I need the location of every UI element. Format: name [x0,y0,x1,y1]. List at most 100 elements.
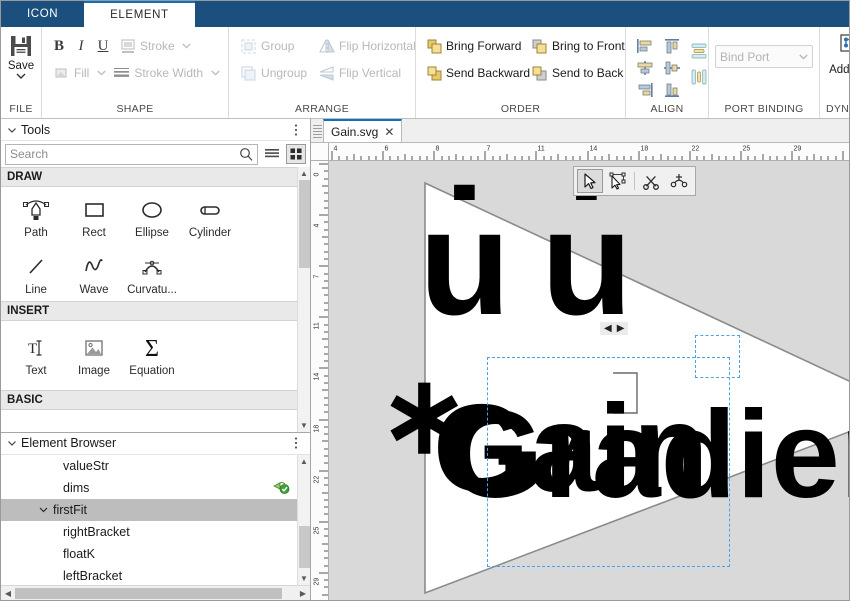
tools-scroll-down-arrow-icon[interactable]: ▼ [298,419,311,432]
tree-expander-firstfit-icon[interactable] [39,505,53,514]
horizontal-ruler[interactable]: 4 6 8 7 11 14 18 22 25 29 [329,143,849,161]
bold-button[interactable]: B [48,35,70,57]
tool-label-curvature: Curvatu... [127,284,177,296]
underline-button[interactable]: U [92,35,114,57]
tools-scroll-track[interactable] [298,180,311,419]
tool-item-path[interactable]: Path [7,191,65,242]
tool-item-image[interactable]: Image [65,329,123,380]
stroke-width-dropdown-caret-icon[interactable] [208,63,222,83]
element-browser-horizontal-scrollbar[interactable]: ◀ ▶ [1,585,310,600]
tools-section-header-draw[interactable]: DRAW [1,167,297,187]
align-right-button[interactable] [632,79,658,100]
align-left-button[interactable] [632,35,658,56]
table-row[interactable]: firstFit [1,498,297,521]
stroke-button[interactable]: Stroke [114,35,180,58]
scissors-cut-tool-button[interactable] [638,169,664,193]
canvas-text-udot-1[interactable]: u̇ [419,187,511,337]
ungroup-button[interactable]: Ungroup [235,62,313,85]
element-browser-scroll-left-arrow-icon[interactable]: ◀ [1,586,15,601]
document-tab-gain-svg[interactable]: Gain.svg ✕ [323,119,403,142]
element-browser-scroll-thumb[interactable] [298,525,310,568]
tool-item-text[interactable]: T Text [7,329,65,380]
element-browser-panel: Element Browser valueStr dims firstFit r… [1,432,310,600]
distribute-horizontal-button[interactable] [689,67,709,87]
add-node-tool-button[interactable] [666,169,692,193]
align-top-button[interactable] [659,35,685,56]
canvas-nav-arrows[interactable]: ◀ ▶ [600,322,629,335]
table-row[interactable]: dims [1,477,297,499]
table-row[interactable]: rightBracket [1,521,297,543]
tools-vertical-scrollbar[interactable]: ▲ ▼ [297,167,310,432]
node-edit-tool-button[interactable] [605,169,631,193]
tool-item-curvature[interactable]: Curvatu... [123,248,181,299]
bind-port-caret-icon[interactable] [799,54,808,60]
vertical-ruler[interactable]: 0 4 7 11 14 18 22 25 29 [311,161,329,600]
grid-view-button[interactable] [286,144,306,164]
flip-horizontal-button[interactable]: Flip Horizontal [313,35,421,58]
svg-text:7: 7 [487,146,491,153]
send-to-back-button[interactable]: Send to Back [526,62,628,85]
bring-to-front-button[interactable]: Bring to Front [526,35,630,58]
table-row[interactable]: valueStr [1,455,297,477]
ribbon-tab-element[interactable]: ELEMENT [84,1,195,27]
element-browser-vertical-scrollbar[interactable]: ▲ ▼ [297,454,311,585]
ribbon-group-label-shape: SHAPE [116,103,154,115]
close-icon[interactable]: ✕ [384,125,394,139]
table-row[interactable]: leftBracket [1,565,297,585]
bring-forward-button[interactable]: Bring Forward [422,35,526,58]
selection-box-secondary[interactable] [695,335,740,378]
search-icon[interactable] [239,147,253,161]
search-input-wrapper[interactable] [5,143,258,165]
tools-section-header-insert[interactable]: INSERT [1,301,297,321]
stroke-width-button[interactable]: Stroke Width [108,62,208,85]
tool-item-wave[interactable]: Wave [65,248,123,299]
element-browser-scroll-right-arrow-icon[interactable]: ▶ [296,586,310,601]
bind-port-combobox[interactable]: Bind Port [715,45,814,68]
save-dropdown-caret-icon[interactable] [16,73,26,79]
element-browser-hscroll-thumb[interactable] [15,587,282,599]
save-button[interactable]: Save [7,31,35,79]
element-browser-scroll-down-arrow-icon[interactable]: ▼ [298,572,311,585]
element-browser-hscroll-track[interactable] [15,586,296,601]
tool-item-equation[interactable]: Σ Equation [123,329,181,380]
ribbon-tab-icon[interactable]: ICON [1,1,85,27]
tools-section-header-basic[interactable]: BASIC [1,390,297,410]
align-center-vertical-button[interactable] [659,57,685,78]
flip-vertical-icon [318,65,335,82]
element-browser-scroll-up-arrow-icon[interactable]: ▲ [298,455,311,468]
tools-panel-options-icon[interactable] [294,123,304,137]
align-bottom-button[interactable] [659,79,685,100]
tool-item-rect[interactable]: Rect [65,191,123,242]
nav-prev-arrow-icon[interactable]: ◀ [604,324,612,334]
canvas-text-udot-2[interactable]: u̇ [541,187,633,337]
tool-item-ellipse[interactable]: Ellipse [123,191,181,242]
svg-text:29: 29 [794,146,802,153]
fill-dropdown-caret-icon[interactable] [94,63,108,83]
element-browser-options-icon[interactable] [294,436,304,450]
list-view-button[interactable] [262,144,282,164]
svg-text:29: 29 [314,578,321,586]
italic-button[interactable]: I [70,35,92,57]
element-browser-scroll-track[interactable] [298,468,311,572]
element-browser-collapse-caret-icon[interactable] [7,438,17,448]
tools-scroll-thumb[interactable] [298,180,310,268]
distribute-vertical-button[interactable] [689,41,709,61]
tools-scroll-up-arrow-icon[interactable]: ▲ [298,167,311,180]
fill-button[interactable]: Fill [48,62,94,85]
document-tab-gripper-icon[interactable] [313,122,322,140]
align-center-horizontal-button[interactable] [632,57,658,78]
canvas-viewport[interactable]: u̇ u̇ ∗ Gain Gradient ◀ ▶ [329,161,849,600]
send-backward-button[interactable]: Send Backward [422,62,530,85]
table-row[interactable]: floatK [1,543,297,565]
add-dynamics-button[interactable]: Add Dyna [826,31,849,76]
search-input[interactable] [10,147,239,161]
stroke-dropdown-caret-icon[interactable] [180,36,194,56]
group-button[interactable]: Group [235,35,313,58]
tool-item-cylinder[interactable]: Cylinder [181,191,239,242]
selection-box-main[interactable] [487,357,730,567]
nav-next-arrow-icon[interactable]: ▶ [617,324,625,334]
tool-item-line[interactable]: Line [7,248,65,299]
tools-collapse-caret-icon[interactable] [7,125,17,135]
flip-vertical-button[interactable]: Flip Vertical [313,62,406,85]
select-arrow-tool-button[interactable] [577,169,603,193]
